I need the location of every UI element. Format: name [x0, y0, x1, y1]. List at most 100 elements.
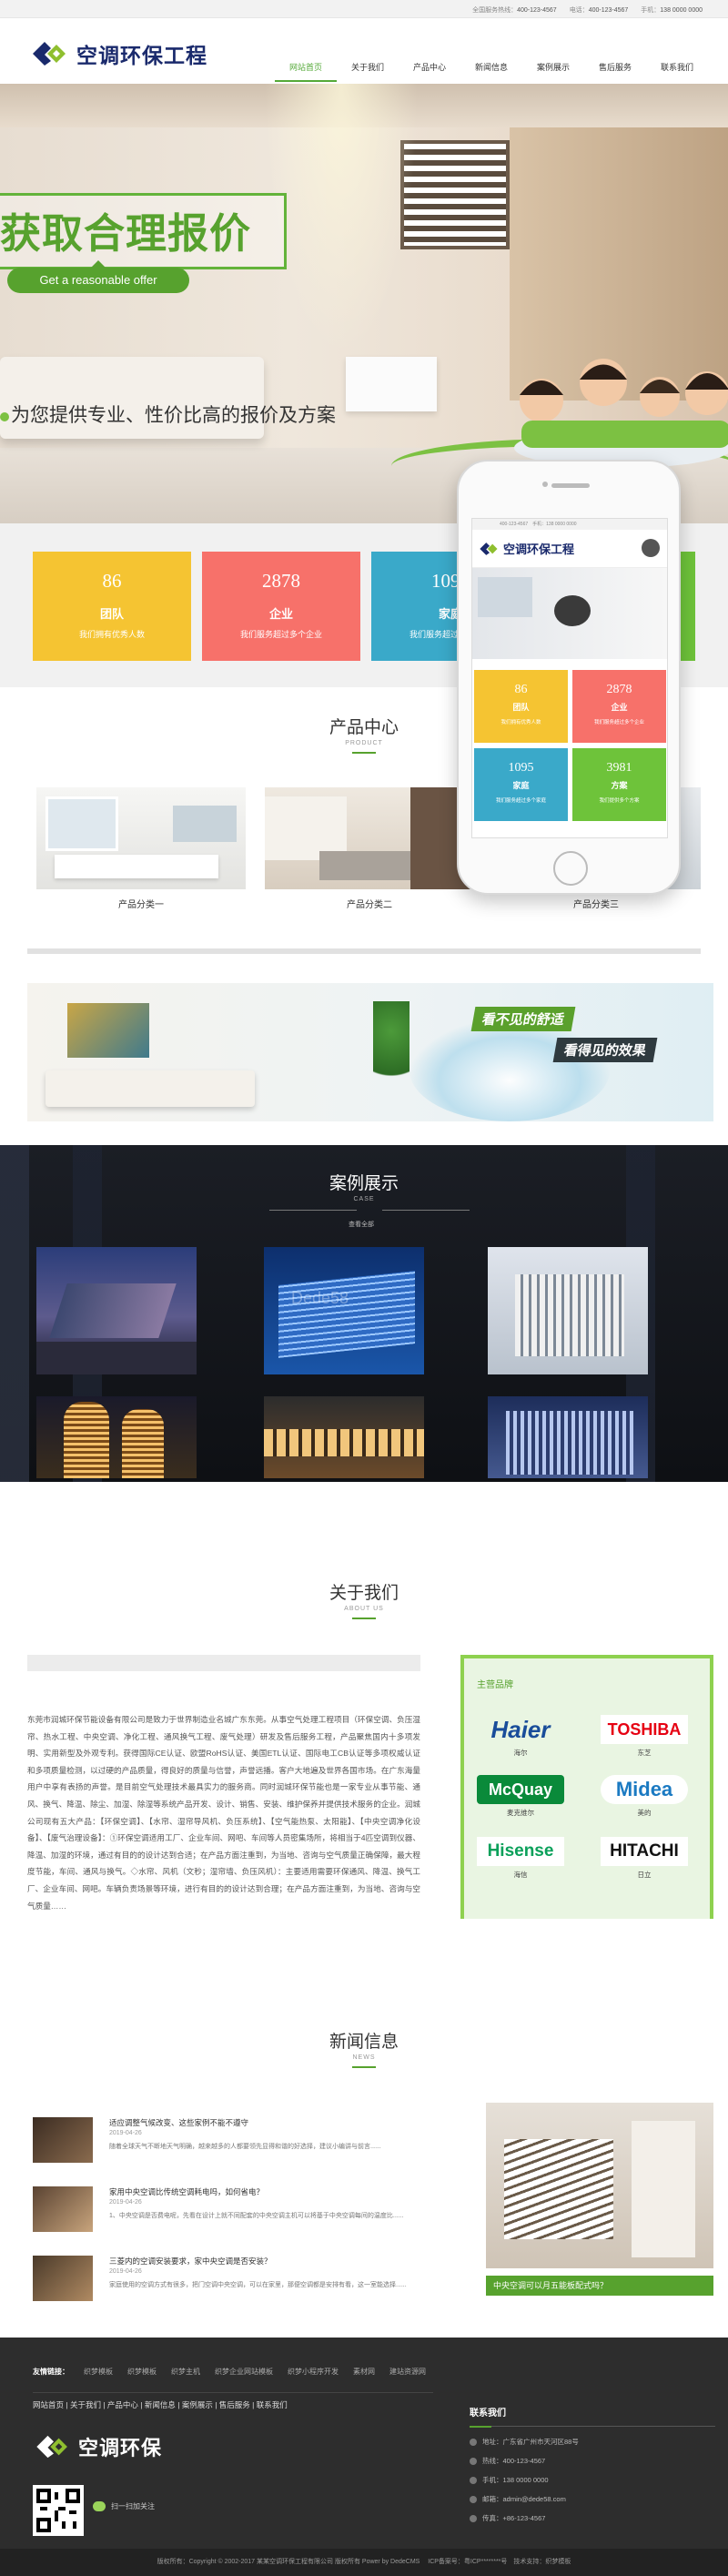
brand-logo: Midea: [601, 1775, 688, 1804]
featured-news-image: [486, 2103, 713, 2268]
news-title[interactable]: 适应调整气候改变、这些家例不能不遵守: [109, 2117, 248, 2128]
case-card[interactable]: Dede58: [264, 1247, 424, 1374]
contact-mobile: 手机：138 0000 0000: [470, 2475, 715, 2485]
site-logo[interactable]: 空调环保工程: [33, 38, 207, 69]
featured-news-caption[interactable]: 中央空调可以月五能板配式吗？: [486, 2276, 713, 2296]
featured-news[interactable]: 中央空调可以月五能板配式吗？: [486, 2103, 713, 2299]
footer-nav-item[interactable]: 新闻信息: [145, 2400, 176, 2409]
stat-label: 团队: [99, 607, 124, 621]
brand-toshiba[interactable]: TOSHIBA 东芝: [601, 1715, 688, 1758]
brand-mcquay[interactable]: McQuay 麦克维尔: [477, 1775, 564, 1818]
news-item[interactable]: 三菱内的空调安装要求，家中央空调是否安装？ 2019-04-26 家庭使用的空调…: [33, 2256, 451, 2301]
stat-team[interactable]: 86 团队 我们拥有优秀人数: [33, 552, 191, 661]
brand-name: 美的: [637, 1809, 652, 1817]
footer-nav-item[interactable]: 案例展示: [182, 2400, 213, 2409]
product-image: [265, 787, 474, 889]
footer-nav-item[interactable]: 产品中心: [107, 2400, 138, 2409]
wechat-icon: [93, 2501, 106, 2511]
case-card[interactable]: [36, 1396, 197, 1478]
case-card[interactable]: [36, 1247, 197, 1374]
stat-enterprise[interactable]: 2878 企业 我们服务超过多个企业: [202, 552, 360, 661]
contact-text: 传真：+86-123-4567: [482, 2514, 546, 2522]
friend-link[interactable]: 织梦主机: [171, 2367, 200, 2377]
banner-cta-button[interactable]: Get a reasonable offer: [7, 260, 189, 293]
brand-haier[interactable]: Haier 海尔: [477, 1715, 564, 1758]
contact-text[interactable]: 邮箱：admin@dede58.com: [482, 2494, 566, 2504]
brand-name: 海信: [513, 1871, 528, 1879]
promo-line-2: 看得见的效果: [552, 1038, 658, 1062]
stat-desc: 我们服务超过多个企业: [239, 630, 322, 639]
news-title[interactable]: 家用中央空调比传统空调耗电吗，如何省电？: [109, 2186, 264, 2197]
brand-midea[interactable]: Midea 美的: [601, 1775, 688, 1818]
contact-text: 热线：400-123-4567: [482, 2457, 546, 2465]
menu-icon[interactable]: [642, 539, 660, 557]
friend-link[interactable]: 素材网: [353, 2367, 375, 2377]
banner-subtitle-text: 为您提供专业、性价比高的报价及方案: [11, 404, 336, 426]
news-heading: 新闻信息 NEWS: [0, 2028, 728, 2068]
brand-name: 海尔: [513, 1749, 528, 1757]
about-text: 东莞市润城环保节能设备有限公司是致力于世界制造业名城广东东莞。从事空气处理工程项…: [27, 1715, 420, 1911]
brand-hisense[interactable]: Hisense 海信: [477, 1837, 564, 1880]
watermark: Dede58: [291, 1289, 349, 1307]
phone-stat: 3981 方案 我们提供多个方案: [572, 748, 666, 821]
promo-water-splash: [410, 1019, 610, 1121]
brand-hitachi[interactable]: HITACHI 日立: [601, 1837, 688, 1880]
site-footer: 友情链接： 织梦模板 织梦模板 织梦主机 织梦企业网站模板 织梦小程序开发 素材…: [0, 2338, 728, 2576]
nav-news[interactable]: 新闻信息: [460, 55, 522, 82]
brands-title: 主营品牌: [477, 1680, 513, 1690]
nav-cases[interactable]: 案例展示: [522, 55, 584, 82]
news-excerpt: 随着全球天气不断地天气明确，越来越多的人都要领先显得和谐的好选择，建议小编讲与前…: [109, 2144, 381, 2150]
friend-link[interactable]: 织梦模板: [127, 2367, 157, 2377]
nav-service[interactable]: 售后服务: [584, 55, 646, 82]
hotline: 全国服务热线：400-123-4567: [472, 7, 557, 14]
footer-nav-item[interactable]: 关于我们: [70, 2400, 101, 2409]
qr-label: 扫一扫加关注: [111, 2502, 155, 2510]
product-card[interactable]: 产品分类一: [36, 787, 246, 910]
qr-code: [33, 2485, 84, 2536]
contact-hotline: 热线：400-123-4567: [470, 2456, 715, 2466]
news-item[interactable]: 家用中央空调比传统空调耗电吗，如何省电？ 2019-04-26 1、中央空调是否…: [33, 2186, 451, 2232]
product-name[interactable]: 产品分类二: [265, 897, 474, 910]
contact-fax: 传真：+86-123-4567: [470, 2513, 715, 2523]
product-name[interactable]: 产品分类一: [36, 897, 246, 910]
nav-about[interactable]: 关于我们: [337, 55, 399, 82]
contact-accent: [470, 2426, 491, 2428]
phone-stat: 86 团队 我们拥有优秀人数: [474, 670, 568, 743]
hero-banner[interactable]: 获取合理报价 Get a reasonable offer 为您提供专业、性价比…: [0, 84, 728, 523]
footer-logo[interactable]: 空调环保: [36, 2432, 162, 2461]
brand-name: 空调环保工程: [76, 45, 207, 68]
nav-products[interactable]: 产品中心: [399, 55, 460, 82]
news-title[interactable]: 三菱内的空调安装要求，家中央空调是否安装？: [109, 2256, 272, 2267]
product-name[interactable]: 产品分类三: [491, 897, 701, 910]
friend-link[interactable]: 织梦模板: [84, 2367, 113, 2377]
footer-nav-item[interactable]: 联系我们: [257, 2400, 288, 2409]
phone-mockup: 400-123-4567 手机：138 0000 0000 空调环保工程 86 团…: [457, 460, 681, 895]
nav-contact[interactable]: 联系我们: [646, 55, 708, 82]
case-card[interactable]: [488, 1247, 648, 1374]
friend-link[interactable]: 织梦小程序开发: [288, 2367, 339, 2377]
news-item[interactable]: 适应调整气候改变、这些家例不能不遵守 2019-04-26 随着全球天气不断地天…: [33, 2117, 451, 2163]
footer-nav-item[interactable]: 售后服务: [219, 2400, 250, 2409]
footer-nav-item[interactable]: 网站首页: [33, 2400, 64, 2409]
friend-link[interactable]: 建站资源网: [389, 2367, 426, 2377]
promo-banner[interactable]: 看不见的舒适 看得见的效果: [27, 983, 713, 1121]
brands-panel: 主营品牌 Haier 海尔 TOSHIBA 东芝 McQuay 麦克维尔 Mid…: [460, 1655, 713, 1919]
product-card[interactable]: 产品分类二: [265, 787, 474, 910]
case-card[interactable]: [488, 1396, 648, 1478]
case-building: [506, 1411, 633, 1475]
friend-link[interactable]: 织梦企业网站模板: [215, 2367, 273, 2377]
news-thumbnail: [33, 2117, 93, 2163]
wall-panel: [632, 2121, 695, 2257]
case-card[interactable]: [264, 1396, 424, 1478]
nav-home[interactable]: 网站首页: [275, 55, 337, 82]
stat-label: 方案: [611, 781, 628, 790]
section-title: 新闻信息: [329, 2033, 399, 2052]
logo-icon: [33, 42, 66, 66]
news-date: 2019-04-26: [109, 2268, 142, 2275]
contact-title: 联系我们: [470, 2409, 506, 2419]
about-content: 东莞市润城环保节能设备有限公司是致力于世界制造业名城广东东莞。从事空气处理工程项…: [27, 1655, 420, 1914]
case-building: [278, 1271, 415, 1358]
stat-number: 2878: [606, 683, 632, 696]
case-ground: [36, 1342, 197, 1374]
view-all-cases-link[interactable]: 查看全部: [349, 1220, 374, 1229]
